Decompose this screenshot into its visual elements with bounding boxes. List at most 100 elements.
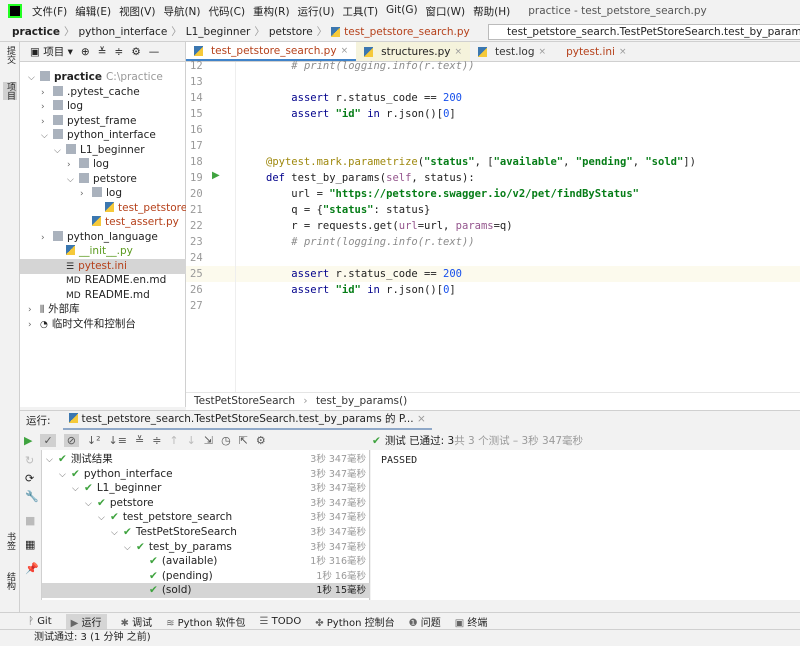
commit-tool-tab[interactable]: 提交	[3, 46, 17, 64]
code-line[interactable]: 16	[186, 122, 800, 138]
project-view-select[interactable]: ▣ 项目 ▾	[30, 44, 73, 59]
pin-icon[interactable]: 📌	[25, 562, 39, 575]
project-tree-item[interactable]: › log	[20, 99, 83, 114]
code-line[interactable]: 14 assert r.status_code == 200	[186, 90, 800, 106]
expand-all-icon[interactable]: ≚	[135, 434, 144, 447]
export-icon[interactable]: ⇱	[239, 434, 248, 447]
expand-all-icon[interactable]: ≚	[98, 46, 107, 58]
code-line[interactable]: 26 assert "id" in r.json()[0]	[186, 282, 800, 298]
tool-window-packages[interactable]: ≋ Python 软件包	[166, 614, 245, 629]
show-ignored-icon[interactable]: ⊘	[63, 433, 79, 447]
code-editor[interactable]: test_petstore_search.py × structures.py × te…	[186, 42, 800, 392]
rerun-icon[interactable]: ▶	[24, 434, 32, 447]
project-tree-item[interactable]: ⌵ L1_beginner	[20, 143, 145, 158]
test-result-row[interactable]: ⌵ ✔ TestPetStoreSearch 3秒 347毫秒	[42, 525, 370, 540]
wrench-icon[interactable]: 🔧	[25, 490, 39, 503]
project-tree-item[interactable]: › log	[20, 186, 122, 201]
project-tree-item[interactable]: › pytest_frame	[20, 114, 136, 129]
project-tree-item[interactable]: ⌵ practice C:\practice	[20, 70, 163, 85]
menu-item[interactable]: 重构(R)	[253, 4, 290, 19]
gear-icon[interactable]: ⚙	[131, 46, 140, 58]
menu-item[interactable]: 窗口(W)	[426, 4, 466, 19]
close-tab-icon[interactable]: ×	[341, 46, 349, 56]
test-result-row[interactable]: ⌵ ✔ python_interface 3秒 347毫秒	[42, 467, 370, 482]
rerun-failed-icon[interactable]: ↻	[25, 454, 34, 467]
code-line[interactable]: 15 assert "id" in r.json()[0]	[186, 106, 800, 122]
code-line[interactable]: 27	[186, 298, 800, 314]
menu-item[interactable]: 文件(F)	[32, 4, 67, 19]
project-tree-item[interactable]: ☰ pytest.ini	[20, 258, 186, 274]
tool-window-run[interactable]: ▶ 运行	[65, 613, 107, 629]
project-tree-item[interactable]: › log	[20, 157, 109, 172]
import-tests-icon[interactable]: ⇲	[204, 434, 213, 447]
nav-class[interactable]: TestPetStoreSearch	[194, 395, 295, 407]
menu-item[interactable]: 代码(C)	[209, 4, 246, 19]
nav-method[interactable]: test_by_params()	[316, 395, 407, 407]
project-tree-item[interactable]: __init__.py	[20, 244, 133, 259]
layout-icon[interactable]: ▦	[25, 538, 35, 551]
tool-window-python-console[interactable]: ✤ Python 控制台	[315, 614, 394, 629]
collapse-all-icon[interactable]: ≑	[152, 434, 161, 447]
menu-item[interactable]: 编辑(E)	[75, 4, 111, 19]
run-tab[interactable]: test_petstore_search.TestPetStoreSearch.…	[62, 411, 432, 430]
project-tool-tab[interactable]: 项目	[3, 82, 17, 100]
tool-window-debug[interactable]: ✱ 调试	[121, 614, 153, 629]
test-result-row[interactable]: ⌵ ✔ test_petstore_search 3秒 347毫秒	[42, 510, 370, 525]
prev-failed-icon[interactable]: ↑	[169, 434, 178, 447]
code-line[interactable]: 23 # print(logging.info(r.text))	[186, 234, 800, 250]
menu-item[interactable]: 运行(U)	[298, 4, 335, 19]
test-result-row[interactable]: ⌵ ✔ test_by_params 3秒 347毫秒	[42, 540, 370, 555]
project-tree-item[interactable]: › .pytest_cache	[20, 85, 140, 100]
code-line[interactable]: 19 def test_by_params(self, status):	[186, 170, 800, 186]
chevron-right-icon[interactable]: ›	[28, 318, 40, 333]
breadcrumb-item[interactable]: test_petstore_search.py	[344, 26, 470, 38]
code-line[interactable]: 20 url = "https://petstore.swagger.io/v2…	[186, 186, 800, 202]
hide-icon[interactable]: —	[149, 46, 160, 58]
test-result-row[interactable]: ✔ (available) 1秒 316毫秒	[42, 554, 370, 569]
breadcrumb-item[interactable]: L1_beginner	[186, 26, 251, 38]
tool-window-problems[interactable]: ❶ 问题	[409, 614, 441, 629]
tool-window-todo[interactable]: ☰ TODO	[259, 616, 301, 627]
locate-icon[interactable]: ⊕	[81, 46, 90, 58]
test-result-row[interactable]: ✔ (sold) 1秒 15毫秒	[42, 583, 370, 599]
project-tree-item[interactable]: test_assert.py	[20, 215, 179, 230]
close-tab-icon[interactable]: ×	[619, 47, 627, 57]
code-line[interactable]: 24	[186, 250, 800, 266]
menu-item[interactable]: 视图(V)	[119, 4, 155, 19]
close-tab-icon[interactable]: ×	[539, 47, 547, 57]
project-tree-item[interactable]: › python_language	[20, 230, 158, 245]
project-tree-item[interactable]: › ◔ 临时文件和控制台	[20, 317, 136, 332]
project-tree-item[interactable]: MD README.md	[20, 288, 150, 303]
breadcrumb-item[interactable]: python_interface	[78, 26, 167, 38]
stop-icon[interactable]: ■	[25, 514, 35, 527]
breadcrumb-item[interactable]: petstore	[269, 26, 313, 38]
history-icon[interactable]: ◷	[221, 434, 231, 447]
toggle-auto-test-icon[interactable]: ⟳	[25, 472, 34, 485]
structure-tool-tab[interactable]: 结构	[3, 572, 17, 590]
tool-window-terminal[interactable]: ▣ 终端	[455, 614, 488, 629]
settings-icon[interactable]: ⚙	[256, 434, 266, 447]
code-line[interactable]: 17	[186, 138, 800, 154]
show-passed-icon[interactable]: ✓	[40, 433, 56, 447]
code-line[interactable]: 12 # print(logging.info(r.text))	[186, 58, 800, 74]
code-line[interactable]: 21 q = {"status": status}	[186, 202, 800, 218]
test-result-row[interactable]: ⌵ ✔ L1_beginner 3秒 347毫秒	[42, 481, 370, 496]
run-configuration-select[interactable]: test_petstore_search.TestPetStoreSearch.…	[488, 24, 800, 40]
next-failed-icon[interactable]: ↓	[187, 434, 196, 447]
code-line[interactable]: 13	[186, 74, 800, 90]
test-result-row[interactable]: ⌵ ✔ petstore 3秒 347毫秒	[42, 496, 370, 511]
test-result-row[interactable]: ✔ (pending) 1秒 16毫秒	[42, 569, 370, 584]
sort-duration-icon[interactable]: ↓≡	[109, 434, 127, 447]
menu-item[interactable]: 工具(T)	[342, 4, 378, 19]
project-tree-item[interactable]: MD README.en.md	[20, 273, 166, 288]
code-line[interactable]: 25 assert r.status_code == 200	[186, 266, 800, 282]
menu-item[interactable]: Git(G)	[386, 4, 418, 19]
run-gutter-icon[interactable]: ▶	[212, 170, 220, 181]
project-tree-item[interactable]: ⌵ python_interface	[20, 128, 156, 143]
sort-alpha-icon[interactable]: ↓²	[87, 434, 101, 447]
close-tab-icon[interactable]: ×	[454, 47, 462, 57]
project-tree-item[interactable]: ⌵ petstore	[20, 172, 137, 187]
collapse-all-icon[interactable]: ≑	[115, 46, 124, 58]
code-line[interactable]: 22 r = requests.get(url=url, params=q)	[186, 218, 800, 234]
tool-window-git[interactable]: ᚹ Git	[28, 616, 52, 627]
